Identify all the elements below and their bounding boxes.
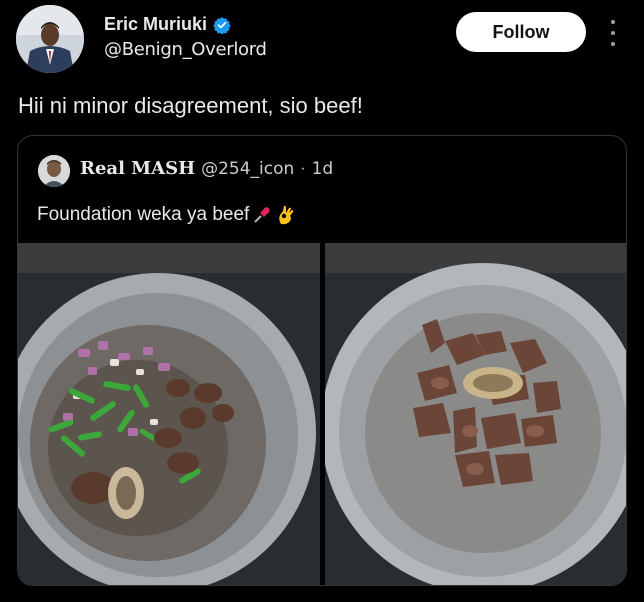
quoted-text-row: Foundation weka ya beef [37, 204, 297, 226]
author-name-row: Eric Muriuki [104, 14, 231, 35]
person-avatar-icon [38, 155, 70, 187]
quoted-text: Foundation weka ya beef [37, 204, 250, 225]
verified-badge-icon [213, 16, 231, 34]
photo-pot-beef-chunks[interactable] [325, 243, 626, 585]
quoted-author-avatar[interactable] [38, 155, 70, 187]
pushpin-icon [254, 207, 271, 223]
follow-button[interactable]: Follow [456, 12, 586, 52]
photo-pot-onions-peppers[interactable] [18, 243, 320, 585]
quoted-author-name[interactable]: Real MASH [80, 158, 195, 179]
vertical-ellipsis-icon[interactable] [606, 20, 620, 46]
quoted-header: Real MASH @254_icon · 1d [80, 158, 333, 179]
ok-hand-icon [279, 205, 294, 225]
separator-dot: · [300, 159, 306, 177]
tweet-text: Hii ni minor disagreement, sio beef! [18, 93, 363, 118]
quoted-timestamp[interactable]: 1d [312, 159, 334, 179]
quoted-author-handle[interactable]: @254_icon [201, 159, 294, 179]
quoted-tweet-card[interactable]: Real MASH @254_icon · 1d Foundation weka… [17, 135, 627, 586]
author-name[interactable]: Eric Muriuki [104, 14, 207, 35]
author-avatar[interactable] [16, 5, 84, 73]
author-handle[interactable]: @Benign_Overlord [104, 39, 267, 60]
person-in-suit-avatar-icon [16, 5, 84, 73]
